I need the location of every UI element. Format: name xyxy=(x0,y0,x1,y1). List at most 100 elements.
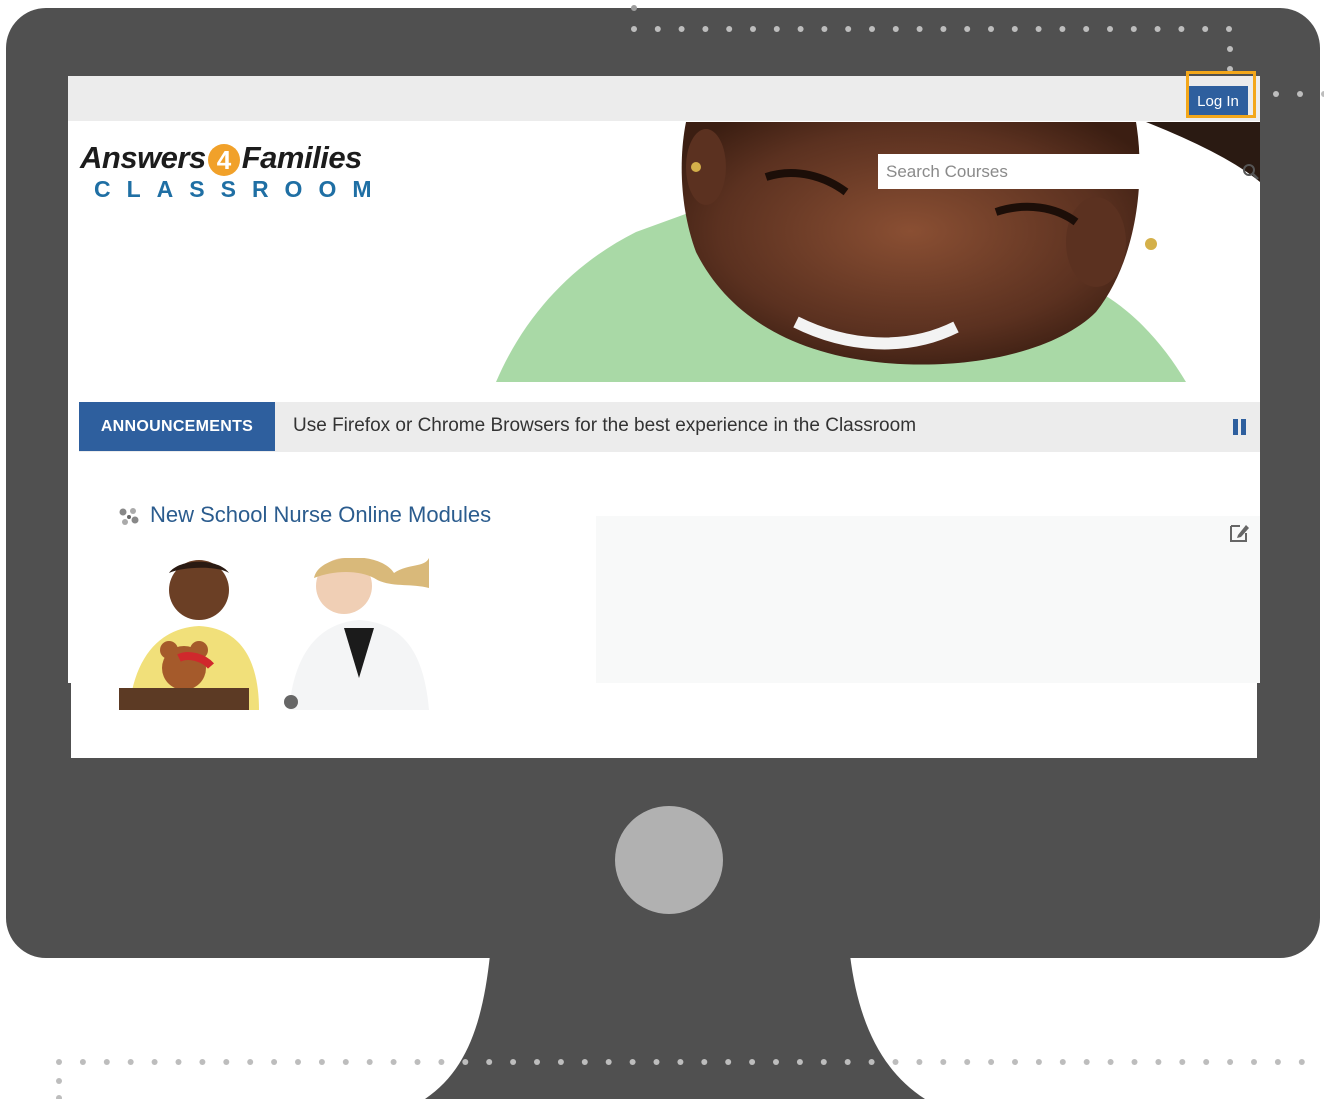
decorative-dot xyxy=(318,1059,325,1065)
decorative-dot xyxy=(103,1059,110,1065)
decorative-dot xyxy=(581,1059,588,1065)
decorative-dot xyxy=(1059,26,1066,32)
decorative-dot xyxy=(702,26,709,32)
decorative-dot xyxy=(390,1059,397,1065)
decorative-dot xyxy=(797,26,804,32)
decorative-dot xyxy=(175,1059,182,1065)
decorative-dot xyxy=(773,1059,779,1065)
decorative-dot xyxy=(701,1059,708,1065)
decorative-dot xyxy=(821,26,828,32)
decorative-dot xyxy=(1155,1059,1162,1065)
decorative-dot xyxy=(964,26,971,32)
top-bar: Log In xyxy=(68,76,1260,121)
logo-word-left: Answers xyxy=(80,140,206,175)
decorative-dot xyxy=(1227,1059,1234,1065)
decorative-dot xyxy=(1179,1059,1186,1065)
decorative-dot xyxy=(726,26,733,32)
decorative-dot xyxy=(1273,91,1279,97)
decorative-dot xyxy=(127,1059,134,1065)
logo-word-right: Families xyxy=(241,140,363,175)
decorative-dot xyxy=(366,1059,373,1065)
decorative-dot xyxy=(678,26,685,32)
decorative-dot xyxy=(1130,26,1137,32)
decorative-dot xyxy=(868,1059,875,1065)
decorative-dot xyxy=(1107,1059,1114,1065)
decorative-dot xyxy=(796,1059,803,1065)
decorative-dot xyxy=(1035,1059,1042,1065)
logo-subtitle: CLASSROOM xyxy=(94,176,388,202)
course-icon xyxy=(119,508,139,525)
decorative-dot xyxy=(631,26,637,32)
decorative-dot xyxy=(940,26,947,32)
decorative-dot xyxy=(414,1059,421,1065)
decorative-dot xyxy=(725,1059,732,1065)
decorative-dot xyxy=(749,1059,756,1065)
decorative-dot xyxy=(462,1059,469,1065)
course-summary-panel xyxy=(596,516,1260,683)
decorative-dot xyxy=(653,1059,660,1065)
decorative-dot xyxy=(534,1059,540,1065)
announcements-label: ANNOUNCEMENTS xyxy=(79,402,275,451)
decorative-dot xyxy=(1226,26,1232,32)
decorative-dot xyxy=(820,1059,827,1065)
decorative-dot xyxy=(750,26,756,32)
decorative-dot xyxy=(1107,26,1113,32)
decorative-dot xyxy=(295,1059,301,1065)
decorative-dot xyxy=(916,1059,923,1065)
decorative-dot xyxy=(892,1059,899,1065)
decorative-dot xyxy=(151,1059,158,1065)
decorative-dot xyxy=(844,1059,851,1065)
search-icon[interactable] xyxy=(1242,163,1260,181)
decorative-dot xyxy=(1297,91,1303,97)
decorative-dot xyxy=(1178,26,1185,32)
login-highlight xyxy=(1186,71,1256,118)
decorative-dot xyxy=(438,1059,445,1065)
decorative-dot xyxy=(56,1095,62,1099)
decorative-dot xyxy=(940,1059,947,1065)
decorative-dot xyxy=(892,26,899,32)
decorative-dot xyxy=(247,1059,254,1065)
decorative-dot xyxy=(629,1059,636,1065)
decorative-dot xyxy=(845,26,852,32)
decorative-dot xyxy=(56,1078,62,1084)
decorative-dot xyxy=(510,1059,517,1065)
decorative-dot xyxy=(557,1059,564,1065)
decorative-dot xyxy=(342,1059,349,1065)
decorative-dot xyxy=(988,1059,995,1065)
course-title-link[interactable]: New School Nurse Online Modules xyxy=(150,502,491,528)
decorative-dot xyxy=(605,1059,612,1065)
course-image xyxy=(119,558,429,710)
pause-icon[interactable] xyxy=(1231,418,1249,436)
decorative-dot xyxy=(654,26,661,32)
decorative-dot xyxy=(271,1059,278,1065)
decorative-dot xyxy=(1083,26,1090,32)
decorative-dot xyxy=(916,26,923,32)
decorative-dot xyxy=(1202,26,1209,32)
decorative-dot xyxy=(869,26,875,32)
decorative-dot xyxy=(223,1059,230,1065)
decorative-dot xyxy=(1035,26,1042,32)
decorative-dot xyxy=(1251,1059,1257,1065)
edit-icon[interactable] xyxy=(1228,522,1250,544)
decorative-dot xyxy=(1203,1059,1210,1065)
decorative-dot xyxy=(964,1059,971,1065)
decorative-dot xyxy=(1012,1059,1018,1065)
logo-number: 4 xyxy=(207,143,240,176)
decorative-dot xyxy=(486,1059,493,1065)
announcements-bar: ANNOUNCEMENTS Use Firefox or Chrome Brow… xyxy=(79,402,1260,452)
search-box xyxy=(878,154,1148,189)
search-input[interactable] xyxy=(878,154,1144,189)
decorative-dot xyxy=(1274,1059,1281,1065)
decorative-dot xyxy=(79,1059,86,1065)
decorative-dot xyxy=(56,1059,62,1065)
decorative-dot xyxy=(1298,1059,1305,1065)
decorative-dot xyxy=(1227,46,1233,52)
decorative-dot xyxy=(773,26,780,32)
decorative-dot xyxy=(1059,1059,1066,1065)
decorative-dot xyxy=(1154,26,1161,32)
site-logo[interactable]: Answers 4 Families xyxy=(80,140,362,176)
decorative-dot xyxy=(1011,26,1018,32)
decorative-dot xyxy=(1131,1059,1138,1065)
announcement-text[interactable]: Use Firefox or Chrome Browsers for the b… xyxy=(293,402,916,450)
decorative-dot xyxy=(199,1059,206,1065)
